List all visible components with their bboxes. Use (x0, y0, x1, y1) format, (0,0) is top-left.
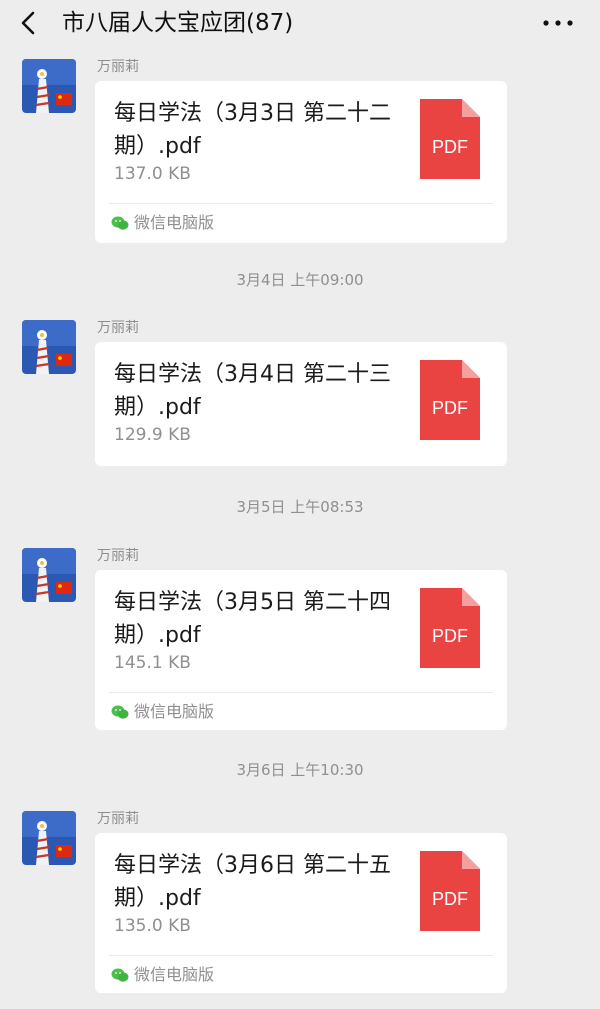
file-size: 137.0 KB (114, 164, 191, 184)
more-dots-icon[interactable] (540, 10, 576, 36)
source-label: 微信电脑版 (134, 213, 215, 232)
chat-header: 市八届人大宝应团(87) (0, 0, 600, 46)
pdf-file-icon: PDF (420, 99, 480, 179)
file-card[interactable]: 每日学法（3月4日 第二十三期）.pdf 129.9 KB PDF (95, 342, 507, 466)
sender-name: 万丽莉 (97, 320, 139, 336)
file-size: 145.1 KB (114, 653, 191, 673)
avatar[interactable] (22, 320, 76, 374)
sender-name: 万丽莉 (97, 59, 139, 75)
timestamp: 3月5日 上午08:53 (236, 498, 364, 516)
wechat-icon (111, 216, 129, 230)
file-name: 每日学法（3月5日 第二十四期）.pdf (114, 590, 391, 648)
pdf-file-icon: PDF (420, 588, 480, 668)
pdf-label: PDF (432, 889, 468, 909)
pdf-file-icon: PDF (420, 851, 480, 931)
chat-title: 市八届人大宝应团(87) (62, 10, 294, 36)
wechat-icon (111, 968, 129, 982)
avatar[interactable] (22, 59, 76, 113)
sender-name: 万丽莉 (97, 811, 139, 827)
file-card[interactable]: 每日学法（3月6日 第二十五期）.pdf 135.0 KB PDF 微信电脑版 (95, 833, 507, 993)
divider (109, 692, 493, 693)
wechat-icon (111, 705, 129, 719)
pdf-label: PDF (432, 137, 468, 157)
file-name: 每日学法（3月4日 第二十三期）.pdf (114, 362, 391, 420)
file-size: 129.9 KB (114, 425, 191, 445)
pdf-label: PDF (432, 398, 468, 418)
timestamp: 3月6日 上午10:30 (236, 761, 364, 779)
source-label: 微信电脑版 (134, 965, 215, 984)
source-label: 微信电脑版 (134, 702, 215, 721)
file-card[interactable]: 每日学法（3月3日 第二十二期）.pdf 137.0 KB PDF 微信电脑版 (95, 81, 507, 243)
chevron-left-icon[interactable] (14, 8, 44, 38)
sender-name: 万丽莉 (97, 548, 139, 564)
file-name: 每日学法（3月6日 第二十五期）.pdf (114, 853, 391, 911)
pdf-file-icon: PDF (420, 360, 480, 440)
divider (109, 203, 493, 204)
timestamp: 3月4日 上午09:00 (236, 271, 364, 289)
avatar[interactable] (22, 811, 76, 865)
divider (109, 955, 493, 956)
pdf-label: PDF (432, 626, 468, 646)
file-name: 每日学法（3月3日 第二十二期）.pdf (114, 101, 391, 159)
avatar[interactable] (22, 548, 76, 602)
file-size: 135.0 KB (114, 916, 191, 936)
file-card[interactable]: 每日学法（3月5日 第二十四期）.pdf 145.1 KB PDF 微信电脑版 (95, 570, 507, 730)
